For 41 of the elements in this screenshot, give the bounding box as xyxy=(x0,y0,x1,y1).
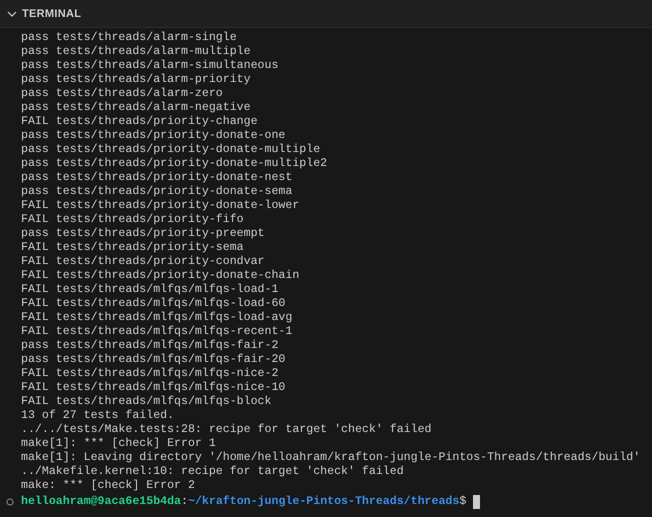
output-line: pass tests/threads/priority-donate-multiple2 xyxy=(21,157,328,171)
circle-icon xyxy=(6,498,14,506)
text-cursor xyxy=(473,495,480,509)
output-line: 13 of 27 tests failed. xyxy=(21,409,176,423)
output-line: pass tests/threads/priority-donate-multiple xyxy=(21,143,322,157)
output-line: pass tests/threads/alarm-single xyxy=(21,31,238,45)
output-line: pass tests/threads/mlfqs/mlfqs-fair-20 xyxy=(21,353,286,367)
panel-title: TERMINAL xyxy=(22,8,82,20)
output-line: FAIL tests/threads/mlfqs/mlfqs-block xyxy=(21,395,272,409)
output-line: FAIL tests/threads/mlfqs/mlfqs-nice-2 xyxy=(21,367,280,381)
output-line: FAIL tests/threads/mlfqs/mlfqs-recent-1 xyxy=(21,325,294,339)
output-line: pass tests/threads/priority-donate-one xyxy=(21,129,286,143)
output-line: make[1]: Leaving directory '/home/helloahram/krafton-jungle-Pintos-Threads/threads/build' xyxy=(21,451,642,465)
output-line: FAIL tests/threads/mlfqs/mlfqs-nice-10 xyxy=(21,381,286,395)
output-line: make[1]: *** [check] Error 1 xyxy=(21,437,217,451)
output-line: ../../tests/Make.tests:28: recipe for target 'check' failed xyxy=(21,423,432,437)
prompt-separator: : xyxy=(181,494,188,510)
output-line: FAIL tests/threads/priority-fifo xyxy=(21,213,245,227)
output-line: FAIL tests/threads/mlfqs/mlfqs-load-60 xyxy=(21,297,286,311)
output-line: make: *** [check] Error 2 xyxy=(21,479,196,493)
prompt-path: ~/krafton-jungle-Pintos-Threads/threads xyxy=(188,494,460,510)
prompt-symbol: $ xyxy=(459,494,466,510)
output-line: pass tests/threads/alarm-simultaneous xyxy=(21,59,280,73)
output-line: FAIL tests/threads/priority-sema xyxy=(21,241,245,255)
output-line: pass tests/threads/priority-donate-nest xyxy=(21,171,294,185)
prompt-user: helloahram@9aca6e15b4da xyxy=(21,494,182,510)
output-line: pass tests/threads/alarm-multiple xyxy=(21,45,252,59)
chevron-icon[interactable] xyxy=(7,8,17,18)
output-line: FAIL tests/threads/priority-donate-lower xyxy=(21,199,300,213)
output-line: pass tests/threads/alarm-priority xyxy=(21,73,252,87)
output-line: FAIL tests/threads/priority-donate-chain xyxy=(21,269,300,283)
output-line: FAIL tests/threads/priority-condvar xyxy=(21,255,266,269)
output-line: pass tests/threads/alarm-negative xyxy=(21,101,252,115)
output-line: FAIL tests/threads/mlfqs/mlfqs-load-avg xyxy=(21,311,294,325)
output-line: pass tests/threads/priority-preempt xyxy=(21,227,266,241)
output-line: FAIL tests/threads/priority-change xyxy=(21,115,259,129)
output-line: FAIL tests/threads/mlfqs/mlfqs-load-1 xyxy=(21,283,280,297)
output-line: ../Makefile.kernel:10: recipe for target 'check' failed xyxy=(21,465,405,479)
output-line: pass tests/threads/alarm-zero xyxy=(21,87,224,101)
output-line: pass tests/threads/mlfqs/mlfqs-fair-2 xyxy=(21,339,280,353)
output-line: pass tests/threads/priority-donate-sema xyxy=(21,185,294,199)
